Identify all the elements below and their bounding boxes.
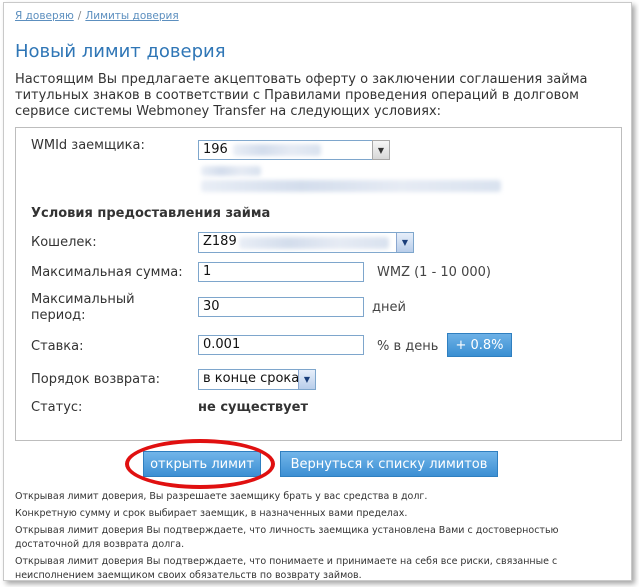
max-period-value: 30 [203, 299, 220, 314]
borrower-info-redacted-1 [201, 166, 261, 176]
rate-label: Ставка: [31, 339, 84, 354]
breadcrumb-link-limits[interactable]: Лимиты доверия [85, 10, 178, 22]
max-period-label-line1: Максимальный [31, 292, 135, 307]
max-sum-hint: WMZ (1 - 10 000) [377, 265, 491, 280]
rate-unit: % в день [377, 339, 439, 354]
breadcrumb-separator: / [77, 10, 82, 22]
note-1: Открывая лимит доверия, Вы разрешаете за… [15, 491, 428, 502]
chevron-down-icon: ▼ [303, 375, 311, 384]
note-3: Открывая лимит доверия Вы подтверждаете,… [15, 525, 559, 550]
max-period-input[interactable]: 30 [198, 297, 364, 317]
max-sum-input[interactable]: 1 [198, 262, 364, 282]
purse-redacted [239, 237, 389, 249]
breadcrumb-link-trust[interactable]: Я доверяю [15, 10, 74, 22]
return-order-select[interactable]: в конце срока ▼ [198, 369, 316, 390]
purse-label: Кошелек: [31, 235, 97, 250]
wmid-input[interactable]: 196 [198, 140, 374, 160]
rate-value: 0.001 [203, 337, 241, 352]
rate-increase-button[interactable]: + 0.8% [447, 333, 512, 357]
purse-select[interactable]: Z189 ▼ [198, 232, 414, 253]
purse-value: Z189 [203, 234, 237, 249]
note-2: Конкретную сумму и срок выбирает заемщик… [15, 508, 408, 519]
wmid-value: 196 [203, 142, 228, 157]
section-title: Условия предоставления займа [31, 206, 271, 221]
max-sum-value: 1 [203, 264, 212, 279]
max-sum-label: Максимальная сумма: [31, 265, 183, 280]
max-period-unit: дней [372, 300, 406, 315]
wmid-label: WMId заемщика: [31, 138, 145, 153]
page-title: Новый лимит доверия [15, 41, 226, 62]
notes: Открывая лимит доверия, Вы разрешаете за… [15, 490, 620, 586]
max-period-label-line2: период: [31, 308, 86, 323]
chevron-down-icon: ▼ [377, 145, 385, 155]
open-limit-button[interactable]: открыть лимит [143, 451, 261, 477]
wmid-dropdown-button[interactable]: ▼ [372, 140, 390, 160]
return-order-value: в конце срока [203, 371, 300, 386]
wmid-redacted [233, 144, 321, 156]
return-order-dropdown-button[interactable]: ▼ [298, 370, 315, 389]
back-to-list-button[interactable]: Вернуться к списку лимитов [280, 451, 498, 477]
breadcrumb: Я доверяю / Лимиты доверия [15, 10, 179, 22]
note-4: Открывая лимит доверия Вы подтверждаете,… [15, 556, 558, 581]
intro-text: Настоящим Вы предлагаете акцептовать офе… [15, 72, 588, 119]
rate-input[interactable]: 0.001 [198, 335, 364, 355]
purse-dropdown-button[interactable]: ▼ [396, 233, 413, 252]
limit-form-panel: WMId заемщика: 196 ▼ Условия предоставле… [15, 127, 622, 441]
borrower-info-redacted-2 [201, 180, 501, 192]
status-label: Статус: [31, 400, 83, 415]
status-value: не существует [198, 400, 308, 415]
return-order-label: Порядок возврата: [31, 372, 161, 387]
chevron-down-icon: ▼ [401, 238, 409, 247]
